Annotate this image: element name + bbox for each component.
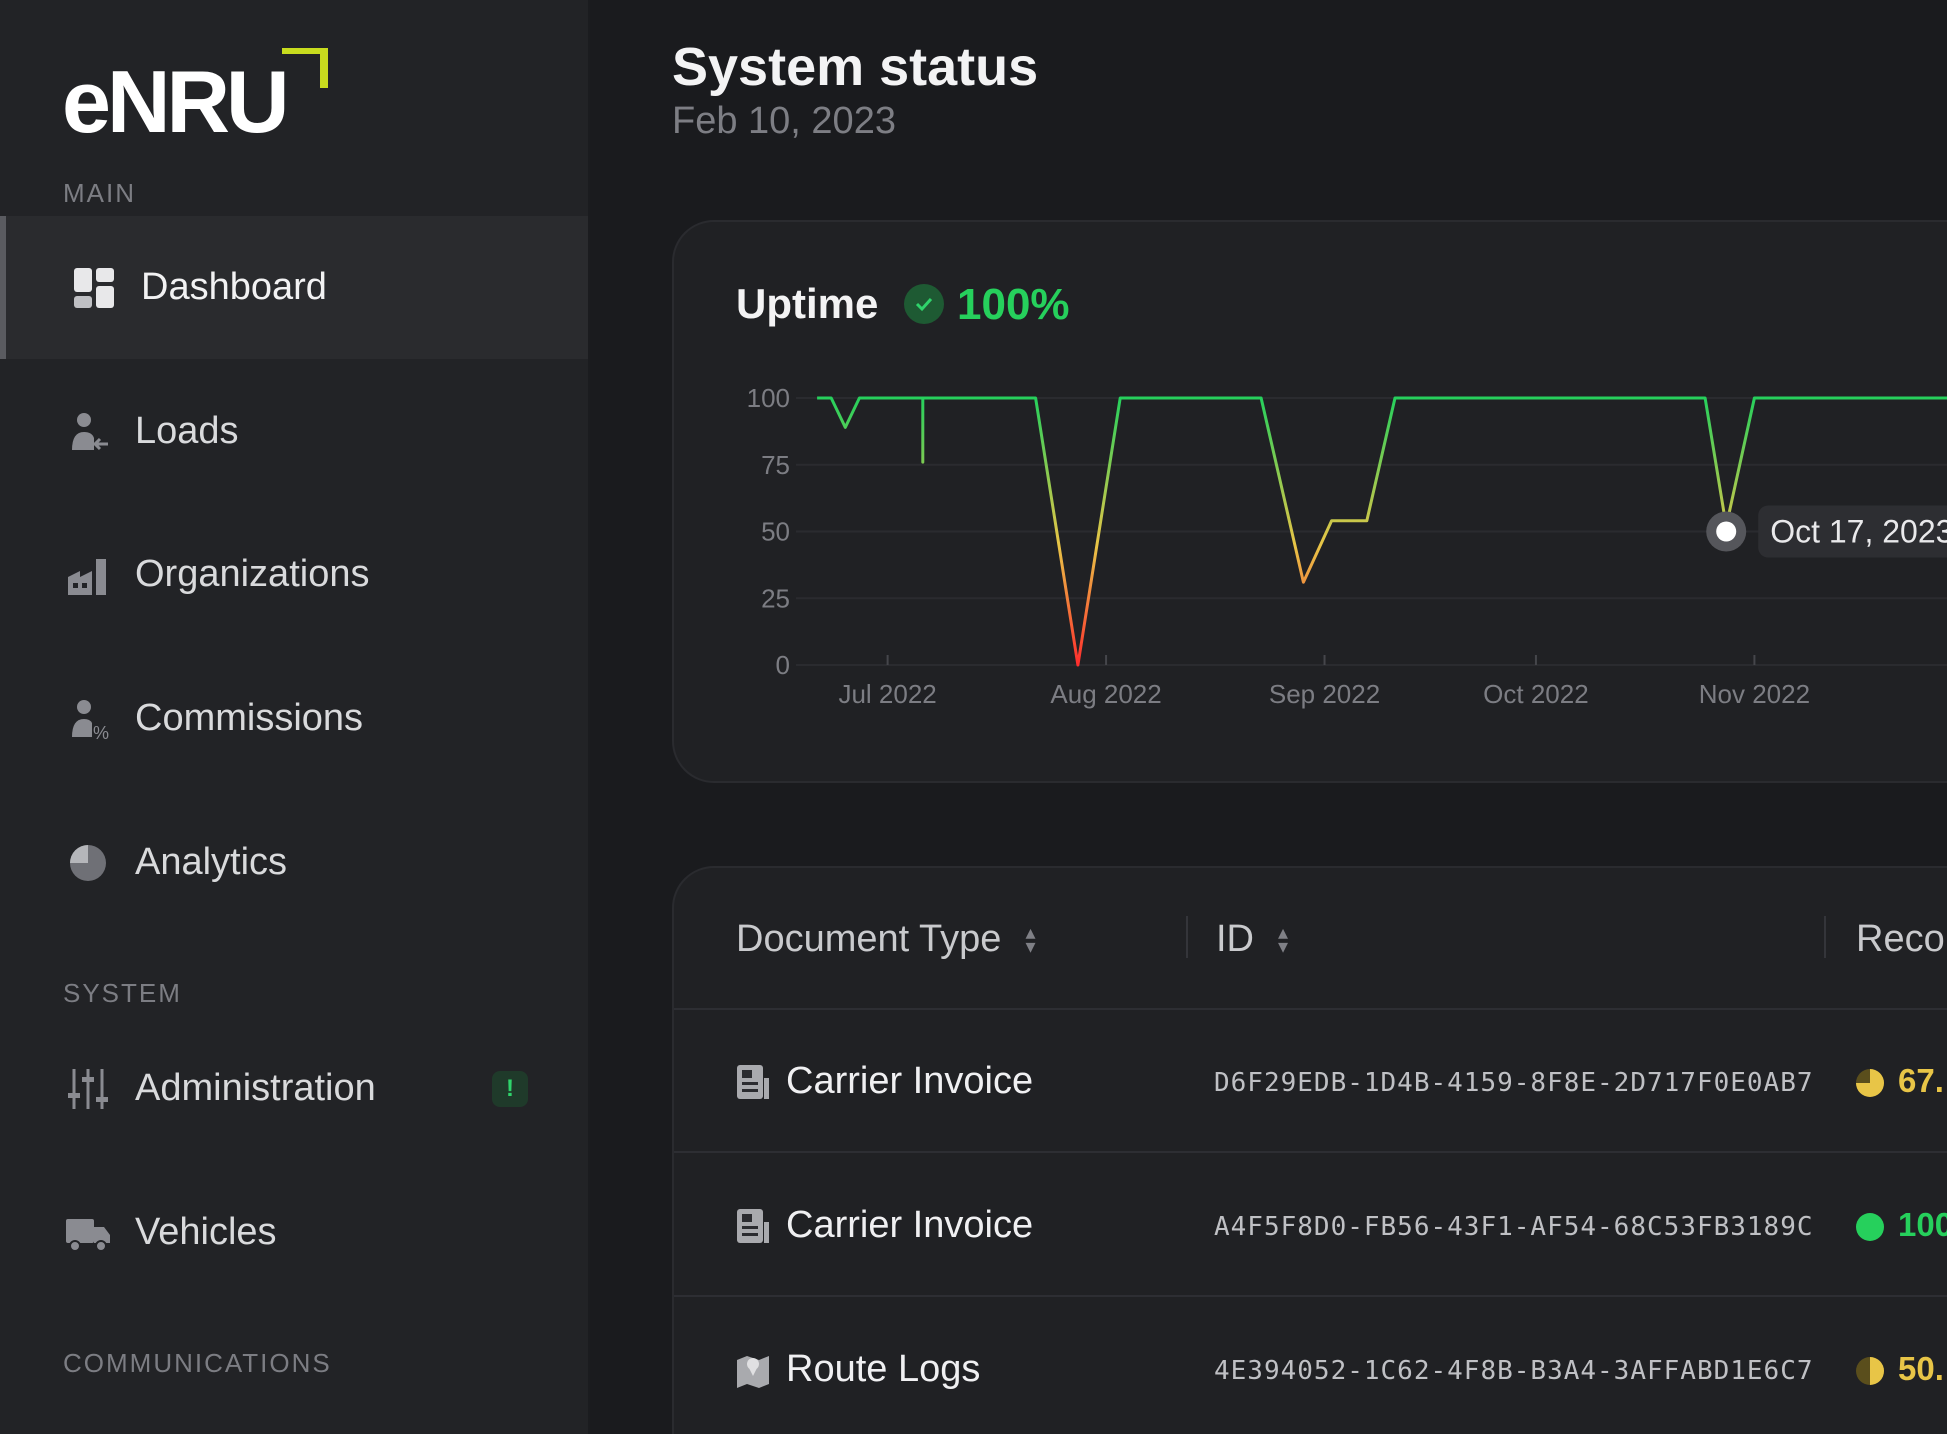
column-divider [1186, 916, 1188, 958]
sidebar-item-commissions[interactable]: % Commissions [0, 647, 588, 790]
x-tick-label: Jul 2022 [838, 679, 936, 709]
sidebar: eNRU MAIN Dashboard Loads Organizations … [0, 0, 590, 1434]
loads-icon [64, 408, 112, 456]
analytics-icon [64, 839, 112, 887]
app-root: eNRU MAIN Dashboard Loads Organizations … [0, 0, 1947, 1434]
column-header-id[interactable]: ID ▴ ▾ [1216, 918, 1288, 961]
table-row[interactable]: Carrier Invoice A4F5F8D0-FB56-43F1-AF54-… [674, 1154, 1947, 1297]
x-tick-label: Sep 2022 [1269, 679, 1380, 709]
half-pie-icon [1854, 1355, 1886, 1387]
document-id: D6F29EDB-1D4B-4159-8F8E-2D717F0E0AB7 [1214, 1068, 1814, 1098]
sidebar-item-organizations[interactable]: Organizations [0, 503, 588, 646]
sidebar-item-vehicles[interactable]: Vehicles [0, 1161, 588, 1304]
column-divider [1824, 916, 1826, 958]
sidebar-item-analytics[interactable]: Analytics [0, 791, 588, 934]
document-id: A4F5F8D0-FB56-43F1-AF54-68C53FB3189C [1214, 1212, 1814, 1242]
document-type: Carrier Invoice [786, 1204, 1034, 1246]
table-row[interactable]: Route Logs 4E394052-1C62-4F8B-B3A4-3AFFA… [674, 1298, 1947, 1434]
y-tick-label: 25 [761, 583, 790, 613]
uptime-card: Uptime 100% 0 25 50 75 100 Jul 2022 Aug 2022 Se… [672, 220, 1947, 783]
dashboard-icon [70, 264, 118, 312]
svg-text:eNRU: eNRU [62, 52, 286, 143]
document-type: Carrier Invoice [786, 1060, 1034, 1102]
x-tick-label: Aug 2022 [1050, 679, 1161, 709]
column-header-record[interactable]: Reco [1856, 918, 1945, 961]
record-value: 100 [1898, 1206, 1947, 1243]
record-value: 67. [1898, 1062, 1944, 1099]
document-id: 4E394052-1C62-4F8B-B3A4-3AFFABD1E6C7 [1214, 1356, 1814, 1386]
commissions-icon: % [64, 695, 112, 743]
three-quarter-pie-icon [1854, 1067, 1886, 1099]
sidebar-item-label: Commissions [135, 697, 364, 739]
map-pin-icon [736, 1352, 770, 1388]
sidebar-item-label: Analytics [135, 841, 288, 883]
logo[interactable]: eNRU [62, 46, 332, 151]
notification-badge: ! [492, 1070, 528, 1107]
section-label-system: SYSTEM [63, 978, 182, 1008]
sidebar-item-label: Vehicles [135, 1211, 277, 1253]
sidebar-item-loads[interactable]: Loads [0, 360, 588, 503]
uptime-chart[interactable]: 0 25 50 75 100 Jul 2022 Aug 2022 Sep 2022 Oct 20… [674, 222, 1947, 785]
svg-text:%: % [93, 723, 109, 741]
sidebar-item-label: Organizations [135, 553, 370, 595]
y-tick-label: 0 [776, 650, 790, 680]
tooltip-label: Oct 17, 2023 [1770, 514, 1947, 550]
sidebar-item-label: Dashboard [141, 266, 327, 308]
full-circle-icon [1854, 1211, 1886, 1243]
invoice-icon [736, 1064, 770, 1100]
y-tick-label: 75 [761, 450, 790, 480]
organizations-icon [64, 551, 112, 599]
record-value: 50. [1898, 1350, 1944, 1387]
logo-icon: eNRU [62, 46, 328, 151]
documents-table: Document Type ▴ ▾ ID ▴ ▾ Reco Carrier In… [672, 866, 1947, 1434]
sidebar-item-label: Administration [135, 1067, 376, 1109]
sidebar-item-dashboard[interactable]: Dashboard [0, 216, 588, 359]
sort-icon[interactable]: ▴ ▾ [1025, 923, 1035, 957]
sidebar-item-administration[interactable]: Administration ! [0, 1017, 588, 1160]
vehicles-icon [64, 1209, 112, 1257]
administration-icon [64, 1065, 112, 1113]
page-date: Feb 10, 2023 [672, 100, 896, 142]
invoice-icon [736, 1208, 770, 1244]
column-header-document-type[interactable]: Document Type ▴ ▾ [736, 918, 1036, 961]
document-type: Route Logs [786, 1348, 981, 1390]
x-tick-label: Nov 2022 [1699, 679, 1810, 709]
table-row[interactable]: Carrier Invoice D6F29EDB-1D4B-4159-8F8E-… [674, 1010, 1947, 1153]
sidebar-item-label: Loads [135, 410, 239, 452]
highlight-point [1716, 521, 1737, 542]
section-label-communications: COMMUNICATIONS [63, 1348, 332, 1378]
y-tick-label: 100 [747, 383, 790, 413]
y-tick-label: 50 [761, 517, 790, 547]
sort-icon[interactable]: ▴ ▾ [1278, 923, 1288, 957]
section-label-main: MAIN [63, 178, 136, 208]
x-tick-label: Oct 2022 [1483, 679, 1589, 709]
page-title: System status [672, 37, 1039, 97]
